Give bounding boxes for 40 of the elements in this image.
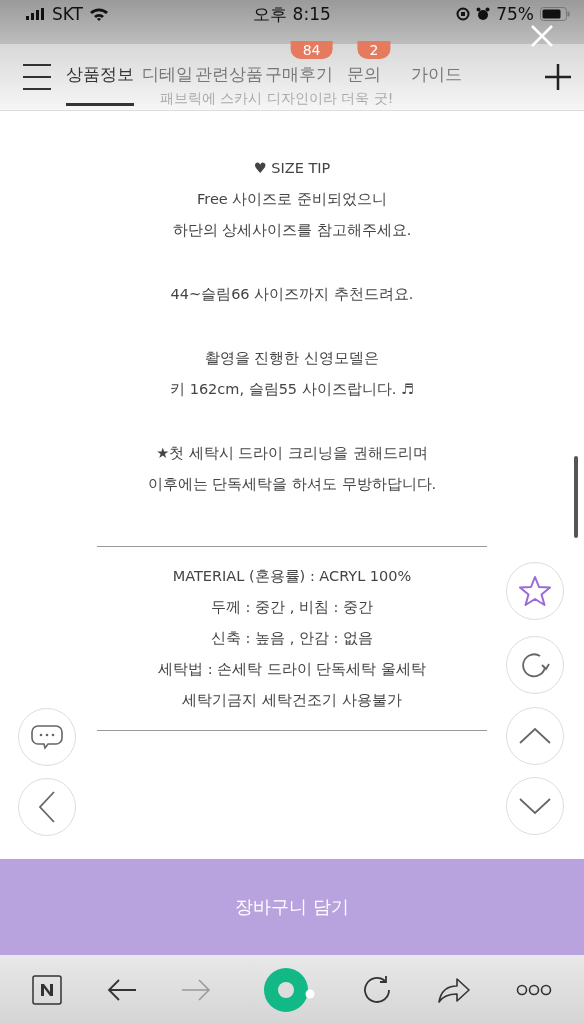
material-text: 세탁기금지 세탁건조기 사용불가: [182, 691, 402, 710]
add-to-cart-button[interactable]: 장바구니 담기: [0, 859, 584, 955]
rotation-lock-icon: [456, 7, 471, 21]
info-text: 하단의 상세사이즈를 참고해주세요.: [172, 221, 412, 240]
chevron-down-icon: [518, 797, 552, 815]
chat-icon: [30, 724, 64, 750]
info-text: 키 162cm, 슬림55 사이즈랍니다. ♬: [170, 380, 414, 399]
back-arrow-icon[interactable]: [106, 977, 137, 1002]
info-text: 44~슬림66 사이즈까지 추천드려요.: [170, 285, 414, 304]
info-text: 이후에는 단독세탁을 하셔도 무방하답니다.: [147, 475, 437, 494]
material-text: 신축 : 높음 , 안감 : 없음: [210, 629, 373, 648]
background-text: 패브릭에 스카시 디자인이라 더욱 굿!: [160, 90, 394, 108]
count-badge: 84: [290, 41, 333, 59]
signal-icon: [26, 8, 46, 20]
info-text: ★첫 세탁시 드라이 크리닝을 권해드리며: [156, 444, 428, 463]
battery-icon: [540, 7, 570, 21]
clock-time: 오후 8:15: [253, 3, 331, 25]
naver-n-icon[interactable]: [32, 974, 63, 1005]
info-text: 촬영을 진행한 신영모델은: [204, 349, 380, 368]
nav-tab[interactable]: 디테일: [142, 62, 193, 88]
chevron-up-icon: [518, 727, 552, 745]
material-text: 두께 : 중간 , 비침 : 중간: [210, 598, 373, 617]
size-tip-heading: ♥ SIZE TIP: [253, 159, 331, 178]
menu-icon[interactable]: [22, 62, 52, 92]
nav-tab[interactable]: 가이드: [411, 62, 462, 88]
nav-tab[interactable]: 상품정보: [66, 62, 134, 106]
chevron-left-icon: [38, 790, 56, 824]
info-text: Free 사이즈로 준비되었으니: [197, 190, 387, 209]
alarm-icon: [476, 7, 491, 21]
share-arrow-icon[interactable]: [437, 975, 472, 1004]
more-icon[interactable]: [515, 983, 552, 996]
count-badge: 2: [357, 41, 391, 59]
material-text: MATERIAL (혼용률) : ACRYL 100%: [172, 567, 412, 586]
plus-icon[interactable]: [544, 63, 572, 91]
wifi-icon: [89, 7, 109, 21]
material-text: 세탁법 : 손세탁 드라이 단독세탁 울세탁: [158, 660, 426, 679]
battery-percent: 75%: [496, 4, 534, 24]
star-icon: [518, 575, 552, 607]
nav-tab[interactable]: 관련상품: [195, 62, 263, 88]
carrier-name: SKT: [52, 4, 83, 24]
